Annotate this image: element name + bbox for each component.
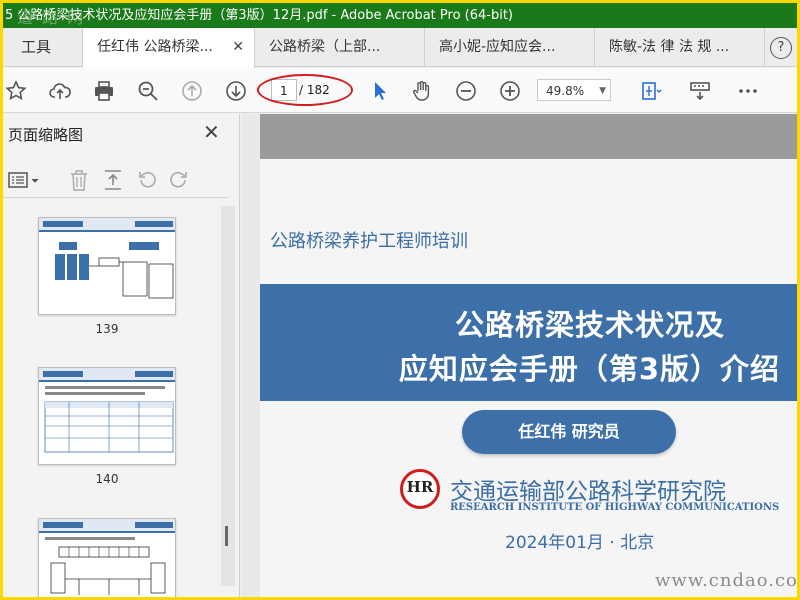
document-view: 公路桥梁养护工程师培训 公路桥梁技术状况及 应知应会手册（第3版）介绍 任红伟 … bbox=[241, 114, 797, 597]
thumbnail-toolbar bbox=[3, 162, 229, 198]
thumbnail-options-button[interactable] bbox=[7, 167, 43, 193]
thumbnail-preview bbox=[39, 368, 175, 453]
close-panel-icon[interactable]: ✕ bbox=[203, 120, 220, 144]
zoom-search-button[interactable] bbox=[135, 78, 161, 104]
list-options-icon bbox=[8, 172, 39, 188]
thumbnail-label: 139 bbox=[95, 322, 119, 336]
fit-page-icon bbox=[642, 82, 662, 100]
tab-label: 任红伟 公路桥梁... bbox=[97, 39, 213, 55]
read-mode-button[interactable] bbox=[687, 78, 713, 104]
chevron-down-icon: ▼ bbox=[599, 86, 606, 96]
window-frame: 5 公路桥梁技术状况及应知应会手册（第3版）12月.pdf - Adobe Ac… bbox=[0, 0, 800, 600]
extract-page-button[interactable] bbox=[101, 167, 125, 193]
logo-text: HR bbox=[406, 478, 434, 496]
page-thumbnail-141[interactable] bbox=[38, 518, 176, 597]
page-thumbnails-panel: 页面缩略图 ✕ 139 140 bbox=[3, 114, 240, 597]
zoom-in-button[interactable] bbox=[497, 78, 523, 104]
training-subtitle: 公路桥梁养护工程师培训 bbox=[270, 231, 468, 252]
upload-cloud-button[interactable] bbox=[47, 78, 73, 104]
cloud-upload-icon bbox=[49, 83, 71, 99]
bookmark-star-button[interactable] bbox=[3, 78, 29, 104]
plus-circle-icon bbox=[500, 81, 520, 101]
highlight-ellipse-annotation bbox=[257, 74, 353, 106]
rotate-right-button[interactable] bbox=[167, 167, 191, 193]
page-fit-button[interactable] bbox=[631, 78, 669, 104]
ellipsis-icon bbox=[739, 89, 757, 93]
page-header-bar bbox=[260, 114, 797, 159]
tab-label: 陈敏-法 律 法 规 ... bbox=[609, 39, 730, 55]
presentation-date: 2024年01月 · 北京 bbox=[505, 533, 655, 553]
institute-name-en: RESEARCH INSTITUTE OF HIGHWAY COMMUNICAT… bbox=[450, 502, 780, 513]
rotate-left-button[interactable] bbox=[135, 167, 159, 193]
tab-tools[interactable]: 工具 bbox=[3, 28, 83, 67]
next-page-button[interactable] bbox=[223, 78, 249, 104]
site-watermark: www.cndao.com bbox=[655, 570, 800, 591]
previous-page-button[interactable] bbox=[179, 78, 205, 104]
printer-icon bbox=[95, 81, 113, 101]
delete-page-button[interactable] bbox=[67, 167, 91, 193]
help-icon: ? bbox=[770, 37, 792, 59]
tab-label: 高小妮-应知应会... bbox=[439, 39, 556, 55]
panel-title: 页面缩略图 bbox=[8, 126, 84, 144]
tab-bar: 工具 任红伟 公路桥梁... ✕ 公路桥梁（上部... 高小妮-应知应会... … bbox=[3, 28, 797, 68]
tab-label: 公路桥梁（上部... bbox=[269, 39, 381, 55]
hand-tool-button[interactable] bbox=[409, 78, 435, 104]
minus-circle-icon bbox=[456, 81, 476, 101]
main-toolbar: 1 / 182 49.8% ▼ bbox=[3, 68, 797, 113]
hand-icon bbox=[413, 81, 430, 101]
title-line-1: 公路桥梁技术状况及 bbox=[454, 308, 725, 342]
rotate-cw-icon bbox=[170, 171, 187, 188]
print-button[interactable] bbox=[91, 78, 117, 104]
rotate-ccw-icon bbox=[139, 171, 156, 188]
split-page-icon bbox=[105, 170, 121, 190]
cursor-arrow-icon bbox=[375, 82, 386, 100]
zoom-out-button[interactable] bbox=[453, 78, 479, 104]
arrow-down-circle-icon bbox=[226, 81, 246, 101]
page-thumbnail-140[interactable] bbox=[38, 367, 176, 465]
pdf-page: 公路桥梁养护工程师培训 公路桥梁技术状况及 应知应会手册（第3版）介绍 任红伟 … bbox=[260, 114, 797, 597]
close-tab-icon[interactable]: ✕ bbox=[232, 28, 244, 67]
magnifier-minus-icon bbox=[138, 81, 158, 101]
title-line-2: 应知应会手册（第3版）介绍 bbox=[398, 352, 780, 386]
watermark-logo: 道 路 网 bbox=[17, 8, 86, 27]
thumbnail-preview bbox=[39, 519, 175, 595]
select-tool-button[interactable] bbox=[367, 78, 393, 104]
help-button[interactable]: ? bbox=[765, 28, 797, 67]
tab-document-active[interactable]: 任红伟 公路桥梁... ✕ bbox=[83, 28, 255, 68]
scrollbar-thumb[interactable] bbox=[225, 526, 228, 546]
tab-document[interactable]: 公路桥梁（上部... bbox=[255, 28, 425, 67]
page-thumbnail-139[interactable] bbox=[38, 217, 176, 315]
window-title-bar: 5 公路桥梁技术状况及应知应会手册（第3版）12月.pdf - Adobe Ac… bbox=[3, 3, 797, 28]
institute-name-cn: 交通运输部公路科学研究院 bbox=[450, 479, 726, 505]
institute-logo: HR bbox=[400, 469, 440, 509]
tab-document[interactable]: 陈敏-法 律 法 规 ... bbox=[595, 28, 765, 67]
thumbnail-scrollbar[interactable] bbox=[221, 206, 235, 586]
thumbnail-label: 140 bbox=[95, 472, 119, 486]
arrow-up-circle-icon bbox=[182, 81, 202, 101]
zoom-value: 49.8% bbox=[546, 84, 585, 98]
star-icon bbox=[5, 80, 27, 101]
presenter-badge: 任红伟 研究员 bbox=[462, 410, 676, 454]
thumbnail-preview bbox=[39, 218, 175, 299]
trash-icon bbox=[71, 170, 87, 191]
keyboard-download-icon bbox=[690, 82, 710, 101]
zoom-level-select[interactable]: 49.8% ▼ bbox=[537, 79, 611, 101]
tab-document[interactable]: 高小妮-应知应会... bbox=[425, 28, 595, 67]
title-banner: 公路桥梁技术状况及 应知应会手册（第3版）介绍 bbox=[260, 284, 797, 401]
more-tools-button[interactable] bbox=[735, 78, 761, 104]
